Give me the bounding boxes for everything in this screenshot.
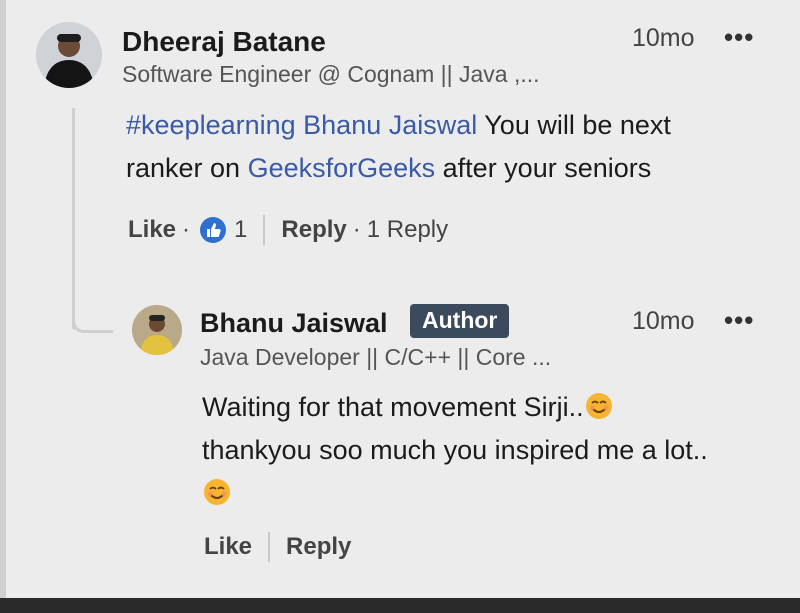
comment-author-name[interactable]: Dheeraj Batane <box>122 26 326 58</box>
more-options-icon[interactable]: ••• <box>724 305 754 336</box>
comment-actions: Like · 1 Reply · 1 Reply <box>128 215 448 245</box>
reply-author-name[interactable]: Bhanu Jaiswal <box>200 308 388 339</box>
divider <box>263 215 266 245</box>
thread-line <box>72 108 75 330</box>
company-mention-link[interactable]: GeeksforGeeks <box>248 153 436 183</box>
hashtag-link[interactable]: #keeplearning <box>126 110 296 140</box>
mention-link[interactable]: Bhanu Jaiswal <box>303 110 477 140</box>
comment-author-headline: Software Engineer @ Cognam || Java ,... <box>122 61 540 87</box>
thread-connector <box>72 318 113 333</box>
screen: Dheeraj Batane Software Engineer @ Cogna… <box>0 0 800 613</box>
comment-text-part: ranker on <box>126 153 248 183</box>
screen-bezel <box>0 598 800 613</box>
more-options-icon[interactable]: ••• <box>724 22 754 53</box>
reply-text-line: thankyou soo much you inspired me a lot.… <box>202 435 708 465</box>
smiling-face-icon <box>584 391 614 421</box>
reply-avatar[interactable] <box>132 305 182 355</box>
reply-timestamp: 10mo <box>632 307 695 335</box>
comment-text: #keeplearning Bhanu Jaiswal You will be … <box>126 104 786 190</box>
reply-text-line: Waiting for that movement Sirji.. <box>202 392 584 422</box>
smiling-face-icon <box>202 477 232 507</box>
reply-button[interactable]: Reply <box>281 216 346 244</box>
screen-edge <box>0 0 6 613</box>
comment-text-part: You will be next <box>477 110 671 140</box>
like-button[interactable]: Like <box>204 533 252 561</box>
comment-text-part: after your seniors <box>435 153 652 183</box>
reply-author-headline: Java Developer || C/C++ || Core ... <box>200 344 552 370</box>
reaction-count[interactable]: 1 <box>234 216 247 244</box>
avatar[interactable] <box>36 22 102 88</box>
reply-actions: Like Reply <box>204 532 351 562</box>
reply-button[interactable]: Reply <box>286 533 351 561</box>
reply-text: Waiting for that movement Sirji.. thanky… <box>202 386 792 515</box>
thumbs-up-icon[interactable] <box>200 217 227 243</box>
divider <box>268 532 271 562</box>
author-badge: Author <box>410 304 510 338</box>
like-button[interactable]: Like <box>128 216 176 244</box>
reply-count-link[interactable]: 1 Reply <box>367 216 448 244</box>
comment-timestamp: 10mo <box>632 24 695 52</box>
separator-dot: · <box>352 216 361 243</box>
separator-dot: · <box>182 216 191 243</box>
